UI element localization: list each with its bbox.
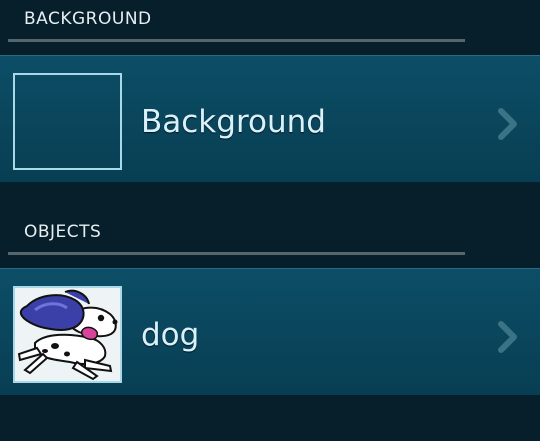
background-thumbnail bbox=[13, 73, 122, 170]
section-header-objects: OBJECTS bbox=[0, 213, 540, 255]
section-header-background: BACKGROUND bbox=[0, 0, 540, 42]
section-title-objects: OBJECTS bbox=[24, 222, 102, 242]
dog-thumbnail bbox=[13, 286, 122, 383]
section-divider bbox=[8, 39, 465, 42]
chevron-right-icon bbox=[498, 321, 517, 353]
list-item-dog[interactable]: dog bbox=[0, 268, 540, 396]
chevron-right-icon bbox=[498, 108, 517, 140]
list-item-background[interactable]: Background bbox=[0, 55, 540, 183]
dog-sprite-image bbox=[15, 288, 120, 381]
section-divider bbox=[8, 252, 465, 255]
section-title-background: BACKGROUND bbox=[24, 9, 152, 29]
list-item-label: dog bbox=[141, 317, 200, 353]
list-item-label: Background bbox=[141, 104, 326, 140]
sprite-list-screen: BACKGROUND Background OBJECTS dog bbox=[0, 0, 540, 441]
